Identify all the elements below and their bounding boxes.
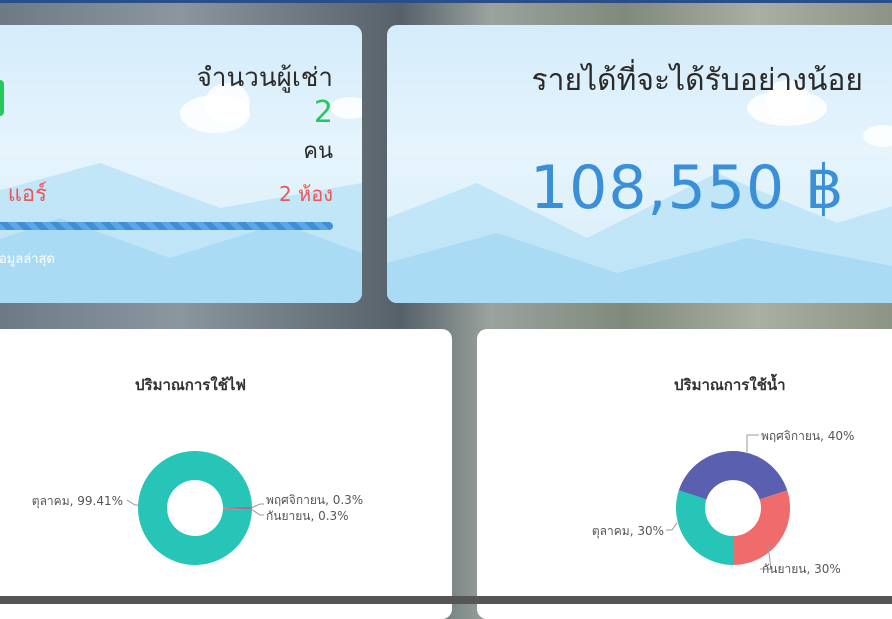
tenants-unit: คน <box>303 139 333 164</box>
water-usage-panel: ปริมาณการใช้น้ำ พฤศจิกายน, 40% กันยายน, 3… <box>477 329 892 619</box>
tenants-card: จำนวนผู้เช่า 2 คน ง แอร์ 2 ห้อง ข้อมูลล่… <box>0 25 362 303</box>
tenants-title: จำนวนผู้เช่า <box>196 63 333 93</box>
cloud-decoration <box>330 97 362 119</box>
slice-label: ตุลาคม, 99.41% <box>32 494 123 509</box>
donut-slice[interactable] <box>676 490 733 565</box>
income-value: 108,550 ฿ <box>530 153 845 223</box>
income-card: รายได้ที่จะได้รับอย่างน้อย 108,550 ฿ <box>387 25 892 303</box>
water-chart-title: ปริมาณการใช้น้ำ <box>674 376 786 394</box>
slice-leader-line <box>250 508 264 516</box>
slice-label: กันยายน, 0.3% <box>266 509 349 523</box>
slice-label: กันยายน, 30% <box>762 562 841 576</box>
slice-label: พฤศจิกายน, 40% <box>761 429 854 443</box>
cloud-decoration <box>863 125 892 147</box>
slice-leader-line <box>746 434 759 452</box>
document-icon[interactable] <box>0 80 4 116</box>
top-border <box>0 0 892 3</box>
donut-slice[interactable] <box>678 450 788 500</box>
donut-slice[interactable] <box>733 490 791 565</box>
electricity-usage-panel: ปริมาณการใช้ไฟ ตุลาคม, 99.41% พฤศจิกายน, … <box>0 329 452 619</box>
electricity-chart-title: ปริมาณการใช้ไฟ <box>135 376 247 394</box>
slice-leader-line <box>250 503 264 509</box>
slice-label: พฤศจิกายน, 0.3% <box>266 493 363 507</box>
bottom-strip <box>0 596 892 604</box>
tenants-count: 2 <box>313 95 333 130</box>
slice-label: ตุลาคม, 30% <box>592 524 664 539</box>
rooms-count: 2 ห้อง <box>278 182 333 206</box>
progress-bar <box>0 222 333 230</box>
slice-leader-line <box>666 522 678 531</box>
slice-leader-line <box>126 499 140 506</box>
air-rooms-label: ง แอร์ <box>0 182 47 207</box>
latest-data-link[interactable]: ข้อมูลล่าสุด <box>0 248 55 269</box>
income-title: รายได้ที่จะได้รับอย่างน้อย <box>531 63 864 98</box>
